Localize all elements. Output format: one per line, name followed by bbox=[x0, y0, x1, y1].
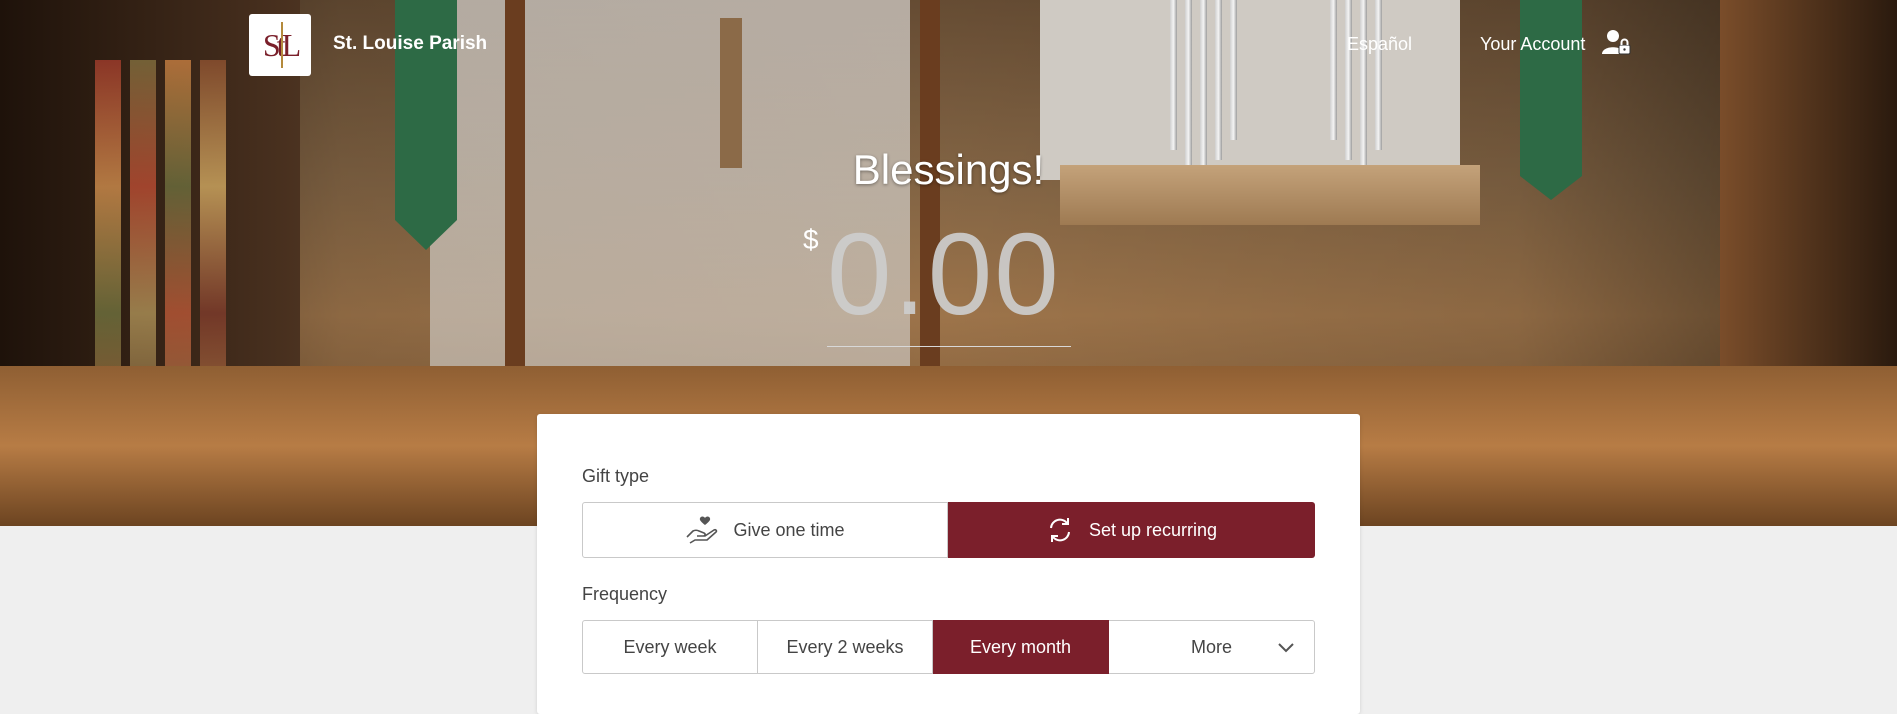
hand-heart-icon bbox=[686, 516, 718, 544]
every-2-weeks-label: Every 2 weeks bbox=[786, 636, 904, 657]
frequency-label: Frequency bbox=[582, 584, 668, 604]
gift-type-selector: Give one time Set up recurring bbox=[582, 502, 1315, 558]
frequency-selector: Every week Every 2 weeks Every month Mor… bbox=[582, 620, 1315, 674]
more-label: More bbox=[1190, 636, 1232, 657]
set-up-recurring-label: Set up recurring bbox=[1088, 519, 1218, 540]
amount-input[interactable] bbox=[827, 220, 1071, 328]
set-up-recurring-button[interactable]: Set up recurring bbox=[948, 502, 1315, 558]
gift-type-label: Gift type bbox=[582, 466, 650, 486]
every-week-button[interactable]: Every week bbox=[582, 620, 758, 674]
every-2-weeks-button[interactable]: Every 2 weeks bbox=[758, 620, 933, 674]
account-lock-icon[interactable] bbox=[1600, 28, 1632, 56]
parish-logo[interactable]: StL bbox=[249, 14, 311, 76]
more-frequencies-dropdown[interactable]: More bbox=[1109, 620, 1315, 674]
parish-name[interactable]: St. Louise Parish bbox=[333, 33, 487, 55]
language-link[interactable]: Español bbox=[1347, 34, 1412, 55]
amount-entry: $ bbox=[803, 220, 1073, 350]
account-link[interactable]: Your Account bbox=[1480, 34, 1585, 55]
every-month-label: Every month bbox=[969, 636, 1072, 657]
give-one-time-label: Give one time bbox=[733, 519, 845, 540]
recurring-arrows-icon bbox=[1049, 518, 1070, 542]
give-one-time-button[interactable]: Give one time bbox=[582, 502, 948, 558]
every-week-label: Every week bbox=[623, 636, 717, 657]
top-navigation: StL St. Louise Parish Español Your Accou… bbox=[0, 0, 1897, 90]
chevron-down-icon bbox=[1278, 643, 1294, 653]
amount-underline bbox=[827, 346, 1071, 347]
page-headline: Blessings! bbox=[852, 146, 1045, 193]
currency-symbol: $ bbox=[803, 224, 819, 255]
every-month-button[interactable]: Every month bbox=[933, 620, 1109, 674]
gift-form-card: Gift type Give one time Set up recurring… bbox=[537, 414, 1360, 714]
